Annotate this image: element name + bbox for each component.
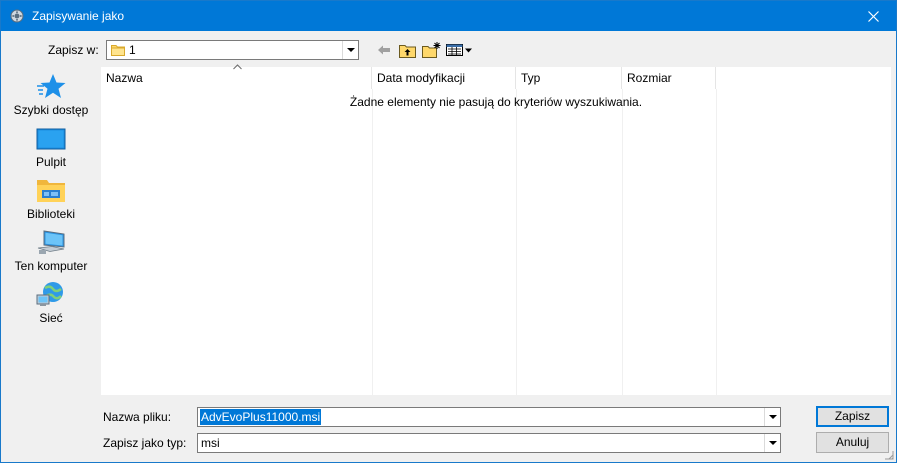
place-label: Ten komputer xyxy=(14,259,88,273)
network-icon xyxy=(36,282,63,306)
cancel-button[interactable]: Anuluj xyxy=(816,432,889,453)
place-quick-access[interactable]: Szybki dostęp xyxy=(10,67,92,119)
resize-grip-icon[interactable] xyxy=(884,450,894,460)
column-label: Rozmiar xyxy=(627,71,672,85)
column-divider xyxy=(372,89,373,395)
filename-input[interactable]: AdvEvoPlus11000.msi xyxy=(200,409,322,425)
place-label: Szybki dostęp xyxy=(13,103,89,117)
column-header-type[interactable]: Typ xyxy=(516,67,622,89)
desktop-icon xyxy=(36,128,66,150)
filetype-value: msi xyxy=(201,436,220,450)
place-this-computer[interactable]: Ten komputer xyxy=(10,223,92,275)
filename-dropdown-button[interactable] xyxy=(764,408,780,426)
filetype-label: Zapisz jako typ: xyxy=(103,436,187,450)
file-list[interactable]: Nazwa Data modyfikacji Typ Rozmiar Żadne… xyxy=(101,64,891,395)
column-divider xyxy=(516,89,517,395)
column-header-date[interactable]: Data modyfikacji xyxy=(372,67,516,89)
place-label: Biblioteki xyxy=(26,207,76,221)
folder-icon xyxy=(111,45,125,56)
filename-combo[interactable]: AdvEvoPlus11000.msi xyxy=(197,407,781,427)
filetype-dropdown-button[interactable] xyxy=(764,434,780,452)
window-title: Zapisywanie jako xyxy=(32,9,125,23)
places-bar: Szybki dostęp Pulpit Biblioteki Ten komp… xyxy=(10,67,92,339)
back-arrow-icon xyxy=(378,45,390,55)
computer-icon xyxy=(37,230,65,254)
column-divider xyxy=(622,89,623,395)
filetype-combo[interactable]: msi xyxy=(197,433,781,453)
up-folder-icon xyxy=(398,44,416,58)
column-label: Typ xyxy=(521,71,541,85)
filename-label: Nazwa pliku: xyxy=(103,410,172,424)
libraries-icon xyxy=(37,180,65,202)
view-menu-icon xyxy=(445,44,472,56)
quick-access-star-icon xyxy=(37,74,66,98)
place-libraries[interactable]: Biblioteki xyxy=(10,171,92,223)
location-combo[interactable]: 1 xyxy=(106,40,359,60)
column-header-name[interactable]: Nazwa xyxy=(101,64,372,89)
chevron-down-icon xyxy=(768,415,777,419)
column-header-size[interactable]: Rozmiar xyxy=(622,67,716,89)
up-folder-button[interactable] xyxy=(398,41,416,59)
chevron-down-icon xyxy=(768,441,777,445)
place-label: Pulpit xyxy=(35,155,67,169)
save-button[interactable]: Zapisz xyxy=(816,406,889,427)
new-folder-icon xyxy=(421,42,440,58)
close-button[interactable] xyxy=(850,1,896,31)
new-folder-button[interactable] xyxy=(421,41,441,59)
title-bar[interactable]: Zapisywanie jako xyxy=(1,1,896,31)
place-label: Sieć xyxy=(39,311,63,325)
location-label: Zapisz w: xyxy=(48,43,99,57)
close-icon xyxy=(867,10,879,22)
empty-list-message: Żadne elementy nie pasują do kryteriów w… xyxy=(349,95,643,109)
back-button[interactable] xyxy=(376,41,392,59)
column-label: Data modyfikacji xyxy=(377,71,466,85)
sort-ascending-icon xyxy=(233,64,242,70)
save-as-dialog: Zapisywanie jako Zapisz w: 1 Szybki dost… xyxy=(0,0,897,463)
place-network[interactable]: Sieć xyxy=(10,275,92,327)
chevron-down-icon xyxy=(346,48,355,52)
view-menu-button[interactable] xyxy=(445,41,473,59)
column-label: Nazwa xyxy=(106,71,143,85)
column-divider xyxy=(716,89,717,395)
app-icon xyxy=(10,9,24,23)
location-value: 1 xyxy=(129,43,136,57)
place-desktop[interactable]: Pulpit xyxy=(10,119,92,171)
location-dropdown-button[interactable] xyxy=(342,41,358,59)
